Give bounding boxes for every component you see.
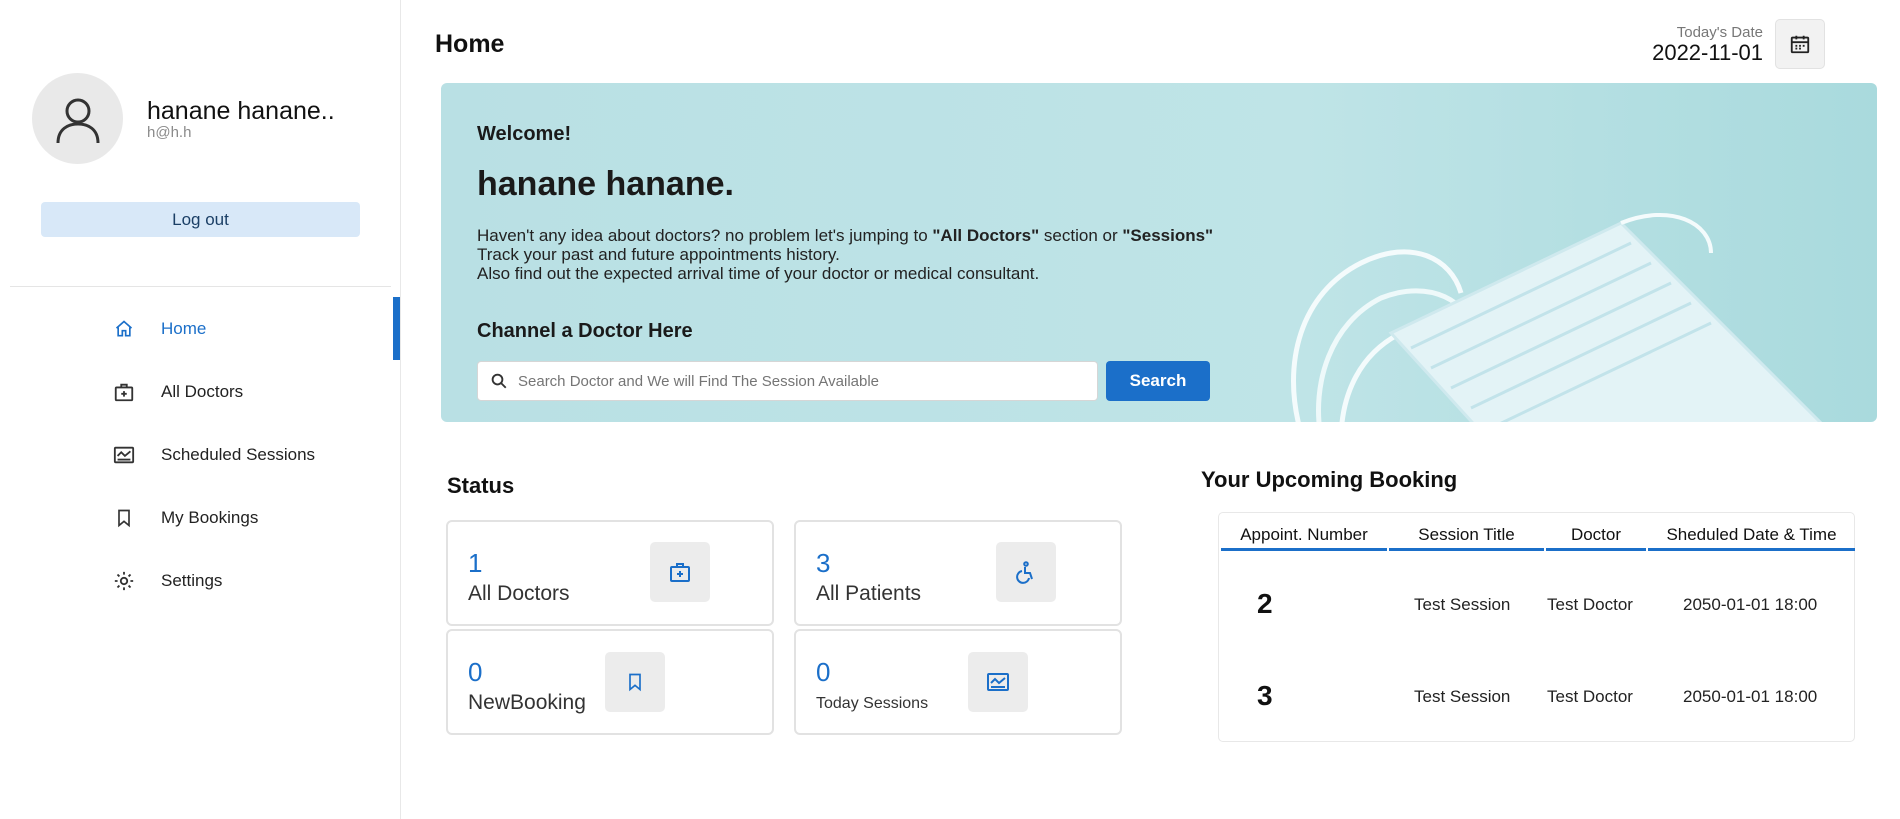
doctor-name: Test Doctor bbox=[1547, 687, 1633, 706]
stat-card-today-sessions[interactable]: 0 Today Sessions bbox=[794, 629, 1122, 735]
status-title: Status bbox=[447, 473, 515, 498]
search-input[interactable] bbox=[518, 372, 1078, 390]
banner-all-doctors-ref: "All Doctors" bbox=[932, 226, 1040, 245]
profile-email: h@h.h bbox=[147, 124, 192, 141]
session-title: Test Session bbox=[1414, 595, 1511, 614]
date-label: Today's Date bbox=[1676, 24, 1763, 41]
column-header-appoint-number: Appoint. Number bbox=[1221, 525, 1387, 551]
booking-table: Appoint. Number Session Title Doctor She… bbox=[1218, 512, 1855, 742]
stat-label: Today Sessions bbox=[816, 695, 929, 712]
column-header-scheduled-date: Sheduled Date & Time bbox=[1648, 525, 1855, 551]
stat-card-new-booking[interactable]: 0 NewBooking bbox=[446, 629, 774, 735]
app: hanane hanane.. h@h.h Log out Home All D… bbox=[0, 0, 1900, 819]
banner-line-3: Also find out the expected arrival time … bbox=[477, 264, 1040, 283]
face-mask-illustration bbox=[1291, 213, 1823, 422]
doctor-bag-icon bbox=[650, 542, 710, 602]
banner-line-2: Track your past and future appointments … bbox=[477, 245, 840, 264]
stat-label: NewBooking bbox=[468, 691, 586, 714]
welcome-banner: Welcome! hanane hanane. Haven't any idea… bbox=[441, 83, 1877, 422]
doctor-bag-icon bbox=[112, 380, 136, 404]
column-header-doctor: Doctor bbox=[1546, 525, 1646, 551]
stat-value: 1 bbox=[468, 548, 483, 578]
welcome-text: Welcome! bbox=[477, 123, 572, 145]
upcoming-booking-title: Your Upcoming Booking bbox=[1201, 467, 1458, 492]
home-icon bbox=[112, 317, 136, 341]
sidebar-nav: Home All Doctors Scheduled Sessions My B… bbox=[0, 297, 401, 612]
scheduled-datetime: 2050-01-01 18:00 bbox=[1683, 595, 1818, 614]
stat-value: 0 bbox=[816, 657, 831, 687]
sidebar-item-label: My Bookings bbox=[161, 507, 259, 527]
banner-line-1-text: Haven't any idea about doctors? no probl… bbox=[477, 226, 933, 245]
search-icon bbox=[491, 373, 507, 389]
sidebar-item-all-doctors[interactable]: All Doctors bbox=[0, 360, 401, 423]
banner-line-1-mid: section or bbox=[1039, 226, 1123, 245]
column-header-session-title: Session Title bbox=[1389, 525, 1544, 551]
doctor-name: Test Doctor bbox=[1547, 595, 1633, 614]
bookmark-icon bbox=[112, 506, 136, 530]
sidebar-item-label: Scheduled Sessions bbox=[161, 444, 316, 464]
banner-sessions-ref: "Sessions" bbox=[1122, 226, 1214, 245]
stat-card-all-doctors[interactable]: 1 All Doctors bbox=[446, 520, 774, 626]
gear-icon bbox=[112, 569, 136, 593]
sidebar-item-label: Settings bbox=[161, 570, 223, 590]
calendar-button[interactable] bbox=[1775, 19, 1825, 69]
page-title: Home bbox=[435, 30, 505, 58]
wheelchair-icon bbox=[996, 542, 1056, 602]
appoint-number: 3 bbox=[1257, 680, 1273, 711]
search-button[interactable]: Search bbox=[1106, 361, 1210, 401]
banner-description: Haven't any idea about doctors? no probl… bbox=[477, 226, 1213, 283]
sidebar: hanane hanane.. h@h.h Log out Home All D… bbox=[0, 0, 401, 819]
sidebar-item-home[interactable]: Home bbox=[0, 297, 401, 360]
sidebar-divider bbox=[10, 286, 391, 287]
user-icon bbox=[56, 98, 99, 143]
avatar bbox=[32, 73, 123, 164]
schedule-icon bbox=[112, 443, 136, 467]
banner-line-1: Haven't any idea about doctors? no probl… bbox=[477, 226, 1213, 245]
sidebar-item-my-bookings[interactable]: My Bookings bbox=[0, 486, 401, 549]
stat-value: 3 bbox=[816, 548, 831, 578]
schedule-icon bbox=[968, 652, 1028, 712]
sidebar-item-label: All Doctors bbox=[161, 381, 244, 401]
date-value: 2022-11-01 bbox=[1652, 40, 1763, 65]
channel-doctor-title: Channel a Doctor Here bbox=[477, 320, 693, 342]
appoint-number: 2 bbox=[1257, 588, 1273, 619]
session-title: Test Session bbox=[1414, 687, 1511, 706]
stat-label: All Doctors bbox=[468, 582, 570, 605]
stat-label: All Patients bbox=[816, 582, 922, 605]
logout-button[interactable]: Log out bbox=[41, 202, 360, 237]
sidebar-item-label: Home bbox=[161, 318, 207, 338]
profile-name: hanane hanane.. bbox=[147, 97, 335, 125]
stat-card-all-patients[interactable]: 3 All Patients bbox=[794, 520, 1122, 626]
sidebar-item-settings[interactable]: Settings bbox=[0, 549, 401, 612]
search-box bbox=[477, 361, 1098, 401]
sidebar-item-scheduled-sessions[interactable]: Scheduled Sessions bbox=[0, 423, 401, 486]
banner-user-name: hanane hanane. bbox=[477, 165, 734, 203]
bookmark-icon bbox=[605, 652, 665, 712]
scheduled-datetime: 2050-01-01 18:00 bbox=[1683, 687, 1818, 706]
stat-value: 0 bbox=[468, 657, 483, 687]
calendar-icon bbox=[1790, 35, 1810, 54]
